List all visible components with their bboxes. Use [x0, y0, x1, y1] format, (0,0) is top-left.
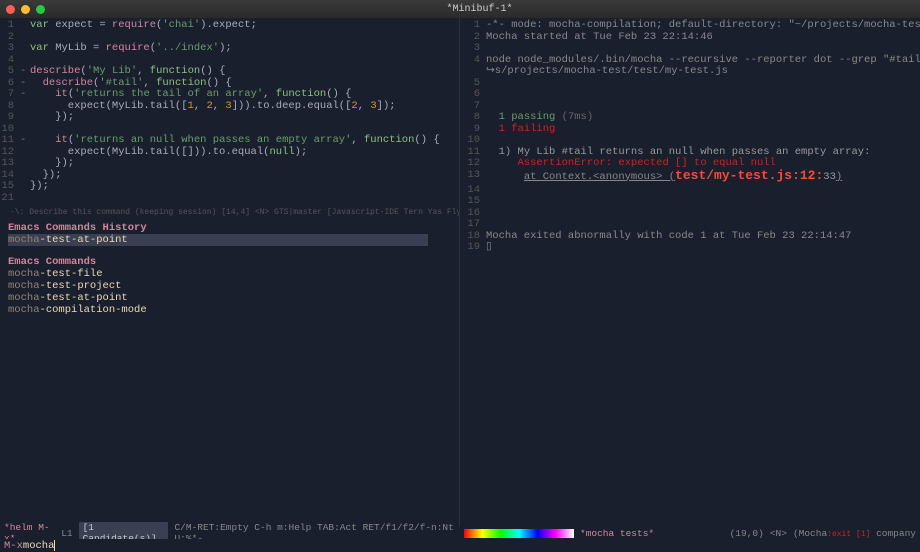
title-bar: *Minibuf-1*: [0, 0, 920, 18]
mocha-exit: Mocha exited abnormally with code 1 at T…: [486, 231, 851, 243]
zoom-window-icon[interactable]: [36, 5, 45, 14]
command-mocha-test-at-point[interactable]: mocha-test-at-point: [8, 234, 428, 246]
close-window-icon[interactable]: [6, 5, 15, 14]
mocha-output-pane[interactable]: 1-*- mode: mocha-compilation; default-di…: [460, 18, 920, 527]
helm-completion-buffer[interactable]: Emacs Commands History mocha-test-at-poi…: [0, 218, 459, 527]
helm-commands-header: Emacs Commands: [8, 256, 451, 268]
mocha-buffer-name: *mocha tests*: [580, 528, 654, 539]
code-line[interactable]: 13 });: [0, 158, 459, 170]
left-pane: 1var expect = require('chai').expect;23v…: [0, 18, 460, 527]
command-mocha-test-file[interactable]: mocha-test-file: [8, 268, 451, 280]
mocha-command-cont: ↪s/projects/mocha-test/test/my-test.js: [486, 66, 728, 78]
code-line[interactable]: 15});: [0, 181, 459, 193]
passing-count: 1 passing: [499, 111, 556, 123]
failure-case: 1) My Lib #tail returns an null when pas…: [499, 146, 871, 158]
cursor-block: ▯: [486, 242, 492, 254]
error-file-link[interactable]: test/my-test.js: [675, 168, 792, 183]
nyan-indicator-icon: [464, 529, 574, 538]
command-mocha-test-at-point[interactable]: mocha-test-at-point: [8, 292, 451, 304]
code-line[interactable]: 9 });: [0, 112, 459, 124]
minibuffer-prompt: M-x: [4, 540, 23, 552]
mode-line-text: -\: Describe this command (keeping sessi…: [10, 208, 459, 217]
code-editor[interactable]: 1var expect = require('chai').expect;23v…: [0, 18, 459, 206]
mocha-started: Mocha started at Tue Feb 23 22:14:46: [486, 32, 713, 44]
window-title: *Minibuf-1*: [45, 4, 914, 15]
failing-count: 1 failing: [499, 123, 556, 135]
cursor-position: (19,0): [730, 528, 764, 539]
code-line[interactable]: 1var expect = require('chai').expect;: [0, 20, 459, 32]
text-cursor-icon: [54, 540, 55, 551]
code-line[interactable]: 11- it('returns an null when passes an e…: [0, 135, 459, 147]
mocha-mode-line: -*- mode: mocha-compilation; default-dir…: [486, 20, 920, 32]
mode-line-lower: *helm M-x* L1 [1 Candidate(s)] C/M-RET:E…: [0, 527, 920, 539]
command-mocha-test-project[interactable]: mocha-test-project: [8, 280, 451, 292]
minibuffer-input[interactable]: mocha: [23, 540, 55, 552]
command-mocha-compilation-mode[interactable]: mocha-compilation-mode: [8, 304, 451, 316]
code-line[interactable]: 3var MyLib = require('../index');: [0, 43, 459, 55]
minimize-window-icon[interactable]: [21, 5, 30, 14]
helm-history-header: Emacs Commands History: [8, 222, 451, 234]
code-line[interactable]: 21: [0, 193, 459, 205]
minibuffer[interactable]: M-x mocha: [0, 539, 920, 552]
code-line[interactable]: 14 });: [0, 170, 459, 182]
mode-line-upper: -\: Describe this command (keeping sessi…: [0, 206, 459, 218]
